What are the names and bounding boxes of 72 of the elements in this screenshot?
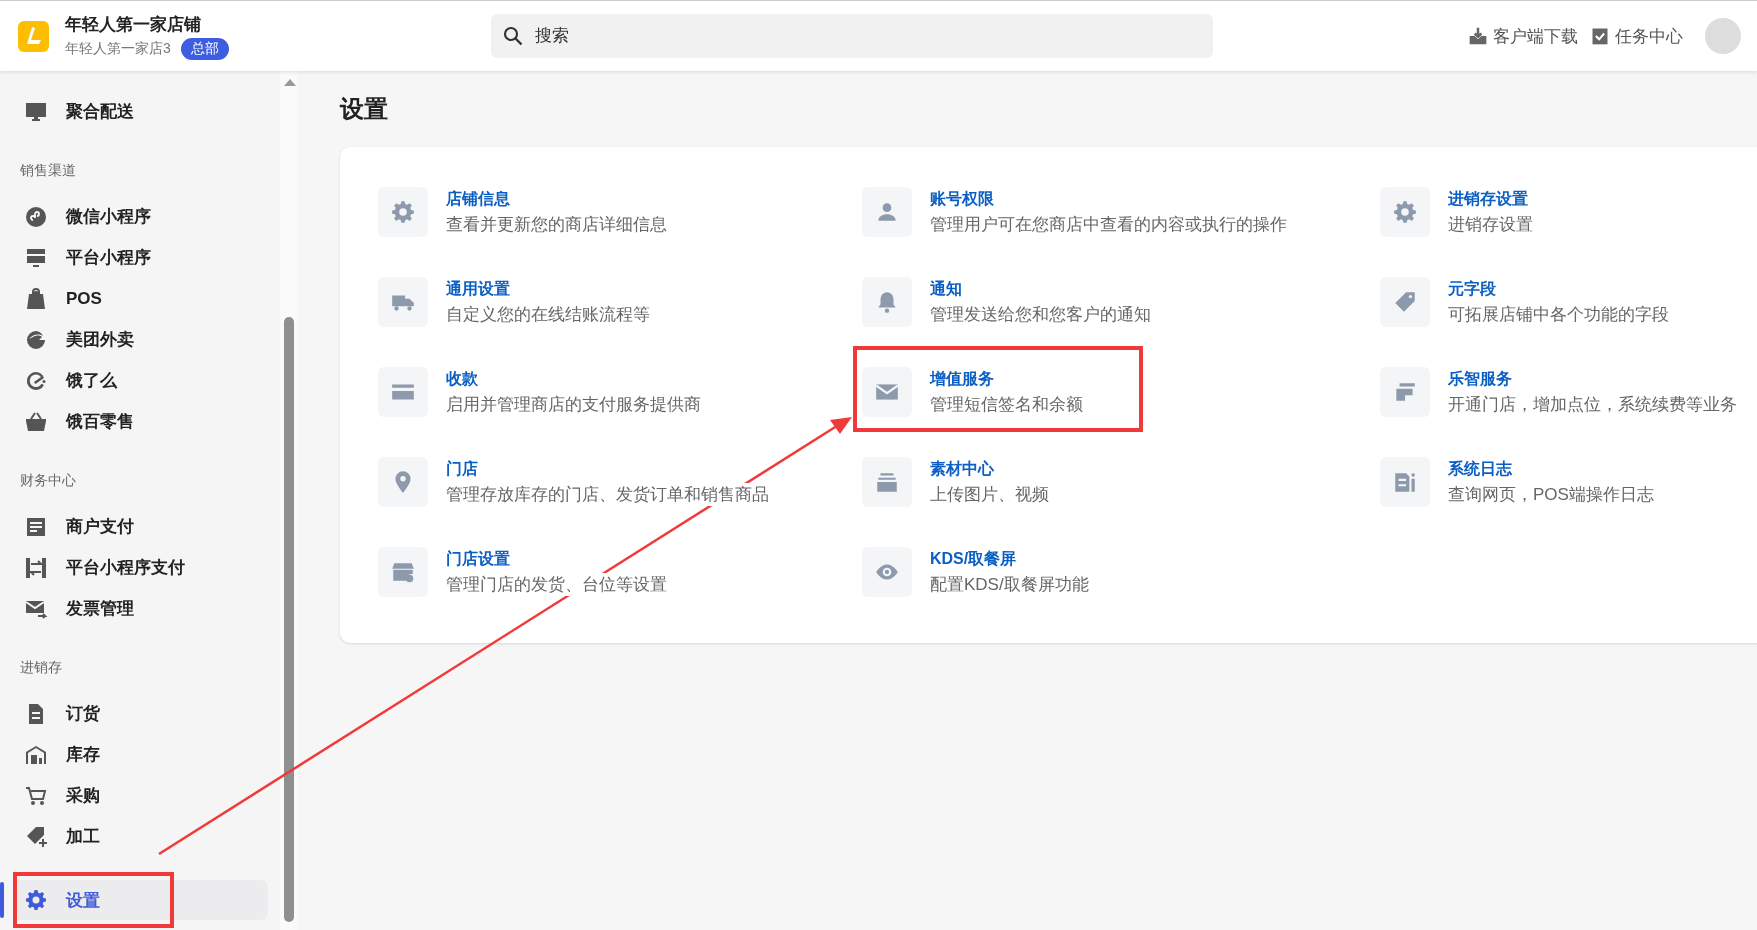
- nav-item[interactable]: 美团外卖: [14, 319, 268, 360]
- setting-link[interactable]: 乐智服务: [1448, 368, 1737, 390]
- bell-icon: [862, 277, 912, 327]
- store-subtitle: 年轻人第一家店3: [65, 39, 171, 58]
- section-label: 销售渠道: [19, 161, 77, 180]
- transfer-arrows-icon: [24, 555, 48, 580]
- download-link[interactable]: 客户端下载: [1468, 24, 1578, 48]
- document-icon: [1380, 457, 1430, 507]
- tag-icon: [1380, 277, 1430, 327]
- nav-item[interactable]: 饿百零售: [14, 401, 268, 442]
- search-icon: [503, 26, 523, 46]
- location-pin-icon: [378, 457, 428, 507]
- gear-icon: [24, 888, 48, 912]
- person-icon: [862, 187, 912, 237]
- setting-description: 管理发送给您和您客户的通知: [930, 302, 1151, 326]
- nav-item[interactable]: 库存: [14, 734, 268, 775]
- section-label: 进销存: [19, 658, 63, 677]
- store-badge: 总部: [180, 37, 229, 60]
- shopping-bag-icon: [24, 286, 48, 311]
- setting-link[interactable]: 增值服务: [930, 368, 1083, 390]
- clipboard-check-icon: [1590, 26, 1610, 46]
- link-circle-icon: [24, 204, 48, 229]
- setting-link[interactable]: 门店设置: [446, 548, 667, 570]
- setting-description: 自定义您的在线结账流程等: [446, 302, 650, 326]
- scrollbar[interactable]: [280, 71, 298, 930]
- setting-description: 查看并更新您的商店详细信息: [446, 212, 667, 236]
- nav-item[interactable]: 聚合配送: [14, 91, 268, 132]
- nav-item[interactable]: 平台小程序支付: [14, 547, 268, 588]
- task-center-link[interactable]: 任务中心: [1590, 24, 1683, 48]
- store-icon: [378, 547, 428, 597]
- setting-link[interactable]: 账号权限: [930, 188, 1287, 210]
- credit-card-icon: [378, 367, 428, 417]
- download-icon: [1468, 26, 1488, 46]
- setting-description: 可拓展店铺中各个功能的字段: [1448, 302, 1669, 326]
- envelope-icon: [862, 367, 912, 417]
- setting-link[interactable]: 进销存设置: [1448, 188, 1533, 210]
- setting-description: 管理用户可在您商店中查看的内容或执行的操作: [930, 212, 1287, 236]
- gear-icon: [1380, 187, 1430, 237]
- cards-icon: [1380, 367, 1430, 417]
- nav-item[interactable]: 饿了么: [14, 360, 268, 401]
- setting-link[interactable]: 门店: [446, 458, 769, 480]
- app-logo: [18, 20, 49, 52]
- stack-icon: [862, 457, 912, 507]
- eye-icon: [862, 547, 912, 597]
- store-name: 年轻人第一家店铺: [65, 13, 202, 36]
- truck-icon: [378, 277, 428, 327]
- setting-description: 管理门店的发货、台位等设置: [446, 572, 667, 596]
- gear-icon: [378, 187, 428, 237]
- search-field[interactable]: 搜索: [491, 14, 1213, 58]
- setting-description: 启用并管理商店的支付服务提供商: [446, 392, 701, 416]
- nav-item[interactable]: 采购: [14, 775, 268, 816]
- nav-item[interactable]: 商户支付: [14, 506, 268, 547]
- setting-link[interactable]: 店铺信息: [446, 188, 667, 210]
- page-title: 设置: [340, 94, 389, 124]
- nav-item[interactable]: 微信小程序: [14, 196, 268, 237]
- setting-description: 开通门店，增加点位，系统续费等业务: [1448, 392, 1737, 416]
- active-indicator: [0, 882, 4, 918]
- setting-link[interactable]: 系统日志: [1448, 458, 1654, 480]
- setting-description: 管理短信签名和余额: [930, 392, 1083, 416]
- nav-item[interactable]: 订货: [14, 693, 268, 734]
- nav-item[interactable]: POS: [14, 278, 268, 319]
- setting-link[interactable]: 元字段: [1448, 278, 1669, 300]
- setting-link[interactable]: 通用设置: [446, 278, 650, 300]
- setting-link[interactable]: KDS/取餐屏: [930, 548, 1089, 570]
- nav-item[interactable]: 加工: [14, 816, 268, 857]
- section-label: 财务中心: [19, 471, 77, 490]
- setting-link[interactable]: 素材中心: [930, 458, 1049, 480]
- nav-item[interactable]: 发票管理: [14, 588, 268, 629]
- setting-link[interactable]: 收款: [446, 368, 701, 390]
- setting-link[interactable]: 通知: [930, 278, 1151, 300]
- setting-description: 管理存放库存的门店、发货订单和销售商品: [446, 482, 769, 506]
- nav-item[interactable]: 平台小程序: [14, 237, 268, 278]
